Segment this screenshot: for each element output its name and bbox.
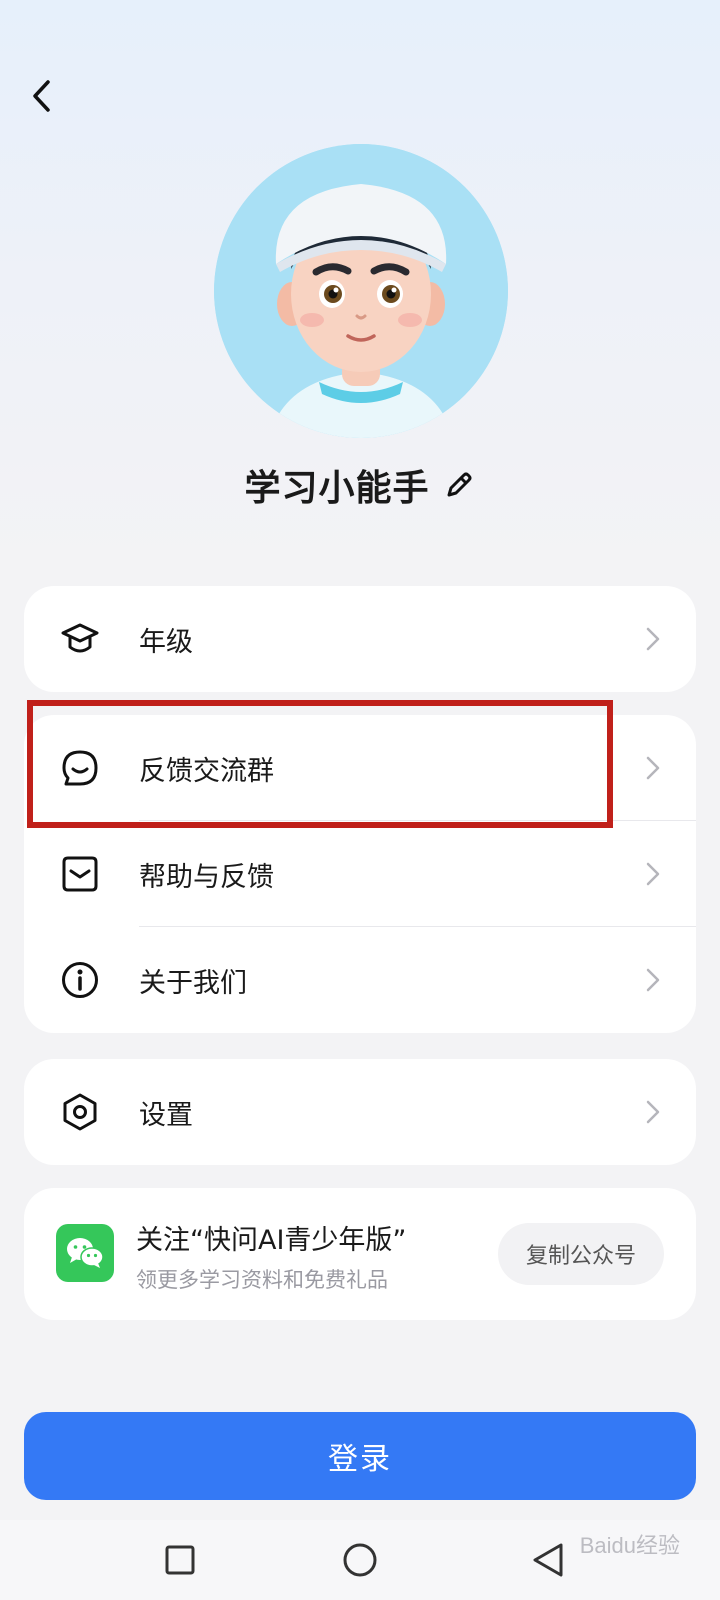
copy-account-button[interactable]: 复制公众号	[498, 1223, 664, 1285]
chevron-right-icon	[646, 756, 660, 780]
settings-card: 设置	[24, 1059, 696, 1165]
wechat-follow-subtitle: 领更多学习资料和免费礼品	[136, 1268, 388, 1292]
circle-icon	[343, 1543, 377, 1577]
avatar[interactable]	[214, 144, 508, 438]
chevron-right-icon	[646, 627, 660, 651]
chat-smile-icon	[62, 750, 98, 786]
profile-header: 学习小能手	[0, 455, 720, 515]
menu-label: 设置	[139, 1099, 193, 1131]
home-button[interactable]	[338, 1538, 382, 1582]
chevron-right-icon	[646, 1100, 660, 1124]
watermark-text: Baidu经验	[579, 1533, 680, 1558]
back-nav-button[interactable]	[526, 1538, 570, 1582]
chevron-left-icon	[33, 80, 50, 112]
wechat-icon	[56, 1224, 114, 1282]
pencil-icon[interactable]	[442, 468, 476, 502]
hexagon-gear-icon	[63, 1093, 97, 1131]
recent-apps-button[interactable]	[158, 1538, 202, 1582]
menu-item-feedback-group[interactable]: 反馈交流群	[24, 715, 696, 821]
username: 学习小能手	[244, 468, 430, 509]
menu-label: 年级	[139, 626, 193, 658]
square-icon	[165, 1545, 195, 1575]
menu-item-help[interactable]: 帮助与反馈	[24, 821, 696, 927]
login-button[interactable]: 登录	[24, 1412, 696, 1500]
chevron-right-icon	[646, 862, 660, 886]
menu-item-about[interactable]: 关于我们	[24, 927, 696, 1033]
triangle-back-icon	[533, 1543, 563, 1577]
chevron-right-icon	[646, 968, 660, 992]
menu-item-settings[interactable]: 设置	[24, 1059, 696, 1165]
menu-label: 反馈交流群	[139, 755, 274, 787]
help-mail-icon	[62, 856, 98, 892]
back-button[interactable]	[22, 74, 62, 118]
wechat-follow-card: 关注“快问AI青少年版” 领更多学习资料和免费礼品 复制公众号	[24, 1188, 696, 1320]
grade-card: 年级	[24, 586, 696, 692]
menu-item-grade[interactable]: 年级	[24, 586, 696, 692]
menu-label: 关于我们	[139, 967, 247, 999]
support-card: 反馈交流群 帮助与反馈 关于我们	[24, 715, 696, 1033]
wechat-follow-title: 关注“快问AI青少年版”	[136, 1225, 407, 1256]
graduation-cap-icon	[61, 623, 99, 653]
info-icon	[62, 962, 98, 998]
menu-label: 帮助与反馈	[139, 861, 274, 893]
